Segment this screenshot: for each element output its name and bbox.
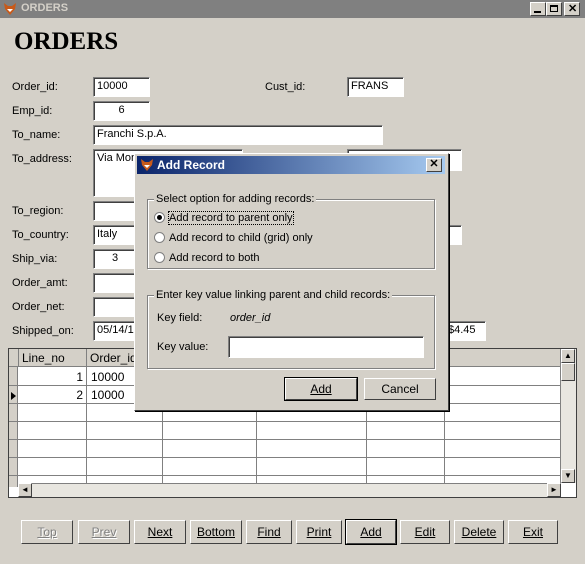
scroll-left-button[interactable]: ◄	[18, 483, 32, 497]
grid-line	[9, 439, 561, 440]
grid-corner	[9, 349, 19, 367]
arrow-up-icon: ▲	[564, 351, 572, 360]
column-header-6[interactable]	[445, 349, 561, 367]
dialog-title: Add Record	[157, 158, 226, 172]
option-parent-only[interactable]: Add record to parent only	[154, 211, 294, 225]
option-both[interactable]: Add record to both	[154, 252, 260, 264]
minimize-icon	[534, 11, 541, 13]
option-child-only-label: Add record to child (grid) only	[169, 232, 313, 244]
arrow-right-icon: ►	[550, 485, 558, 494]
cell-order-id[interactable]: 10000	[91, 370, 124, 384]
dialog-add-button[interactable]: Add	[284, 377, 358, 401]
maximize-icon	[550, 5, 558, 12]
key-value-group: Enter key value linking parent and child…	[147, 289, 435, 369]
scroll-right-button[interactable]: ►	[547, 483, 561, 497]
grid-horizontal-scrollbar[interactable]: ◄ ►	[18, 483, 561, 497]
minimize-button[interactable]	[530, 2, 546, 16]
to-name-label: To_name:	[12, 129, 61, 141]
key-value-group-label: Enter key value linking parent and child…	[154, 289, 393, 301]
emp-id-label: Emp_id:	[12, 105, 53, 117]
add-record-dialog[interactable]: Add Record ✕ Select option for adding re…	[134, 153, 449, 411]
order-id-field[interactable]: 10000	[93, 77, 150, 97]
cell-order-id[interactable]: 10000	[91, 388, 124, 402]
bottom-button[interactable]: Bottom	[190, 520, 242, 544]
arrow-down-icon: ▼	[564, 471, 572, 480]
radio-button[interactable]	[154, 232, 165, 243]
add-button[interactable]: Add	[345, 519, 397, 545]
cell-line-no[interactable]: 1	[19, 370, 83, 384]
key-field-label: Key field:	[157, 312, 203, 324]
prev-button[interactable]: Prev	[78, 520, 130, 544]
delete-button[interactable]: Delete	[454, 520, 504, 544]
title-bar[interactable]: ORDERS ✕	[0, 0, 585, 18]
form-title: ORDERS	[14, 28, 119, 55]
add-option-group: Select option for adding records: Add re…	[147, 193, 435, 269]
order-amt-field[interactable]	[93, 273, 137, 293]
print-button[interactable]: Print	[296, 520, 342, 544]
dialog-cancel-button[interactable]: Cancel	[364, 378, 436, 400]
key-value-label: Key value:	[157, 341, 209, 353]
dialog-add-label: Add	[310, 382, 332, 396]
radio-button-checked[interactable]	[154, 212, 165, 223]
grid-vertical-scrollbar[interactable]: ▲ ▼	[560, 349, 576, 483]
option-parent-only-label: Add record to parent only	[168, 211, 294, 225]
to-region-label: To_region:	[12, 205, 64, 217]
orders-window: ORDERS ✕ ORDERS Order_id: Cust_id: Emp_i…	[0, 0, 585, 564]
key-field-value: order_id	[230, 312, 271, 324]
cust-id-field[interactable]: FRANS	[347, 77, 404, 97]
freight-field[interactable]: $4.45	[446, 321, 486, 341]
arrow-left-icon: ◄	[21, 485, 29, 494]
to-region-field[interactable]	[93, 201, 137, 221]
to-address-label: To_address:	[12, 153, 72, 165]
edit-button[interactable]: Edit	[400, 520, 450, 544]
order-amt-label: Order_amt:	[12, 277, 68, 289]
to-name-field[interactable]: Franchi S.p.A.	[93, 125, 383, 145]
radio-button[interactable]	[154, 252, 165, 263]
ship-via-field[interactable]: 3	[93, 249, 137, 269]
to-country-field[interactable]: Italy	[93, 225, 137, 245]
scroll-down-button[interactable]: ▼	[561, 469, 575, 483]
ship-via-label: Ship_via:	[12, 253, 58, 265]
close-button[interactable]: ✕	[564, 2, 580, 16]
column-header-line-no[interactable]: Line_no	[19, 349, 87, 367]
order-net-field[interactable]	[93, 297, 137, 317]
find-button[interactable]: Find	[246, 520, 292, 544]
fox-app-icon	[4, 3, 16, 15]
maximize-button[interactable]	[546, 2, 562, 16]
grid-line	[9, 421, 561, 422]
shipped-on-field[interactable]: 05/14/1	[93, 321, 137, 341]
order-id-label: Order_id:	[12, 81, 58, 93]
order-net-label: Order_net:	[12, 301, 65, 313]
option-child-only[interactable]: Add record to child (grid) only	[154, 232, 313, 244]
current-row-arrow-icon	[11, 392, 16, 400]
dialog-close-button[interactable]: ✕	[426, 158, 442, 172]
emp-id-field[interactable]: 6	[93, 101, 150, 121]
fox-app-icon	[141, 159, 153, 171]
to-country-label: To_country:	[12, 229, 69, 241]
grid-line	[9, 475, 561, 476]
grid-line	[9, 457, 561, 458]
cust-id-label: Cust_id:	[265, 81, 306, 93]
key-value-input[interactable]	[228, 336, 424, 358]
scroll-thumb[interactable]	[561, 363, 575, 381]
option-both-label: Add record to both	[169, 252, 260, 264]
close-icon: ✕	[429, 158, 439, 170]
add-option-group-label: Select option for adding records:	[154, 193, 317, 205]
close-icon: ✕	[568, 3, 578, 15]
cell-line-no[interactable]: 2	[19, 388, 83, 402]
exit-button[interactable]: Exit	[508, 520, 558, 544]
window-title: ORDERS	[21, 2, 69, 14]
dialog-title-bar[interactable]: Add Record ✕	[137, 156, 445, 174]
top-button[interactable]: Top	[21, 520, 73, 544]
next-button[interactable]: Next	[134, 520, 186, 544]
scroll-up-button[interactable]: ▲	[561, 349, 575, 363]
shipped-on-label: Shipped_on:	[12, 325, 74, 337]
